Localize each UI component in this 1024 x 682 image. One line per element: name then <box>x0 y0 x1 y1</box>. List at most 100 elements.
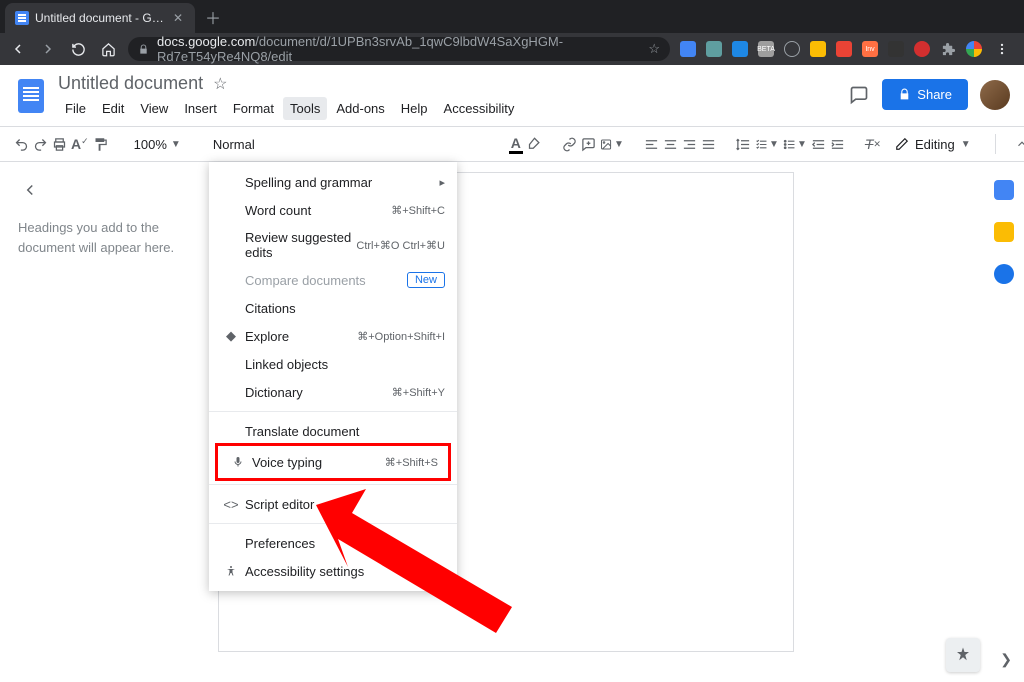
formatting-toolbar: A✓ 100%▼ Normal A ▼ ▼ ▼ T✕ Editing ▼ <box>0 126 1024 162</box>
menu-voice-typing[interactable]: Voice typing⌘+Shift+S <box>222 448 444 476</box>
menu-dictionary[interactable]: Dictionary⌘+Shift+Y <box>209 378 457 406</box>
browser-menu-icon[interactable] <box>992 39 1012 59</box>
tab-close-icon[interactable]: ✕ <box>171 11 185 25</box>
explore-fab-button[interactable] <box>946 638 980 672</box>
comments-icon[interactable] <box>848 84 870 106</box>
back-button[interactable] <box>8 39 28 59</box>
extension-icon[interactable] <box>914 41 930 57</box>
print-button[interactable] <box>52 132 67 156</box>
undo-button[interactable] <box>14 132 29 156</box>
menu-citations[interactable]: Citations <box>209 294 457 322</box>
share-button[interactable]: Share <box>882 79 968 110</box>
lock-icon <box>138 44 149 55</box>
highlight-color-button[interactable] <box>527 132 542 156</box>
extension-icon[interactable] <box>888 41 904 57</box>
align-center-button[interactable] <box>663 132 678 156</box>
accessibility-icon <box>221 565 241 577</box>
reload-button[interactable] <box>68 39 88 59</box>
keep-addon-icon[interactable] <box>994 222 1014 242</box>
extension-icon[interactable] <box>836 41 852 57</box>
browser-tab[interactable]: Untitled document - Google D… ✕ <box>5 3 195 33</box>
extension-icon[interactable] <box>706 41 722 57</box>
menu-tools[interactable]: Tools <box>283 97 327 120</box>
menu-insert[interactable]: Insert <box>177 97 224 120</box>
tasks-addon-icon[interactable] <box>994 264 1014 284</box>
menu-help[interactable]: Help <box>394 97 435 120</box>
extension-icon[interactable]: BETA <box>758 41 774 57</box>
extensions-menu-icon[interactable] <box>940 41 956 57</box>
menu-review-suggested-edits[interactable]: Review suggested editsCtrl+⌘O Ctrl+⌘U <box>209 224 457 266</box>
docs-header: Untitled document ☆ FileEditViewInsertFo… <box>0 65 1024 120</box>
paragraph-style-select[interactable]: Normal <box>207 137 261 152</box>
menu-format[interactable]: Format <box>226 97 281 120</box>
tools-menu-dropdown: Spelling and grammar▸ Word count⌘+Shift+… <box>209 162 457 591</box>
menu-script-editor[interactable]: <>Script editor <box>209 490 457 518</box>
menu-view[interactable]: View <box>133 97 175 120</box>
align-left-button[interactable] <box>644 132 659 156</box>
menu-accessibility[interactable]: Accessibility <box>437 97 522 120</box>
annotation-highlight-box: Voice typing⌘+Shift+S <box>215 443 451 481</box>
menu-accessibility-settings[interactable]: Accessibility settings <box>209 557 457 585</box>
menu-translate-document[interactable]: Translate document <box>209 417 457 445</box>
tab-title: Untitled document - Google D… <box>35 11 165 25</box>
decrease-indent-button[interactable] <box>811 132 826 156</box>
extension-icon[interactable] <box>784 41 800 57</box>
menu-word-count[interactable]: Word count⌘+Shift+C <box>209 196 457 224</box>
menu-explore[interactable]: ◆Explore⌘+Option+Shift+I <box>209 322 457 350</box>
hide-menus-button[interactable] <box>1010 132 1024 156</box>
home-button[interactable] <box>98 39 118 59</box>
redo-button[interactable] <box>33 132 48 156</box>
menu-spelling-grammar[interactable]: Spelling and grammar▸ <box>209 168 457 196</box>
spellcheck-button[interactable]: A✓ <box>71 132 89 156</box>
address-bar[interactable]: docs.google.com/document/d/1UPBn3srvAb_1… <box>128 37 670 61</box>
extension-icon[interactable]: Inv <box>862 41 878 57</box>
submenu-arrow-icon: ▸ <box>439 176 445 189</box>
zoom-select[interactable]: 100%▼ <box>128 137 187 152</box>
menu-edit[interactable]: Edit <box>95 97 131 120</box>
line-spacing-button[interactable] <box>736 132 751 156</box>
menu-separator <box>209 523 457 524</box>
outline-placeholder-text: Headings you add to the document will ap… <box>18 218 192 257</box>
increase-indent-button[interactable] <box>830 132 845 156</box>
browser-tab-strip: Untitled document - Google D… ✕ ＋ <box>0 0 1024 33</box>
document-title[interactable]: Untitled document <box>58 73 203 94</box>
extension-icon[interactable] <box>680 41 696 57</box>
align-right-button[interactable] <box>682 132 697 156</box>
document-outline-pane: Headings you add to the document will ap… <box>0 162 210 682</box>
menu-separator <box>209 484 457 485</box>
account-avatar[interactable] <box>980 80 1010 110</box>
extension-icon[interactable] <box>732 41 748 57</box>
insert-comment-button[interactable] <box>581 132 596 156</box>
editing-mode-select[interactable]: Editing ▼ <box>885 133 981 156</box>
menu-add-ons[interactable]: Add-ons <box>329 97 391 120</box>
side-panel-toggle-icon[interactable]: ❯ <box>1000 651 1012 668</box>
new-badge: New <box>407 272 445 288</box>
star-document-icon[interactable]: ☆ <box>213 74 227 94</box>
separator <box>995 134 996 154</box>
insert-link-button[interactable] <box>562 132 577 156</box>
extension-icon[interactable] <box>810 41 826 57</box>
outline-collapse-button[interactable] <box>18 178 42 202</box>
menu-file[interactable]: File <box>58 97 93 120</box>
docs-logo-icon[interactable] <box>14 73 48 119</box>
new-tab-button[interactable]: ＋ <box>201 5 225 29</box>
menu-separator <box>209 411 457 412</box>
text-color-button[interactable]: A <box>509 132 523 156</box>
extensions-row: BETA Inv <box>680 39 1016 59</box>
insert-image-button[interactable]: ▼ <box>600 132 624 156</box>
clear-formatting-button[interactable]: T✕ <box>865 132 881 156</box>
browser-toolbar: docs.google.com/document/d/1UPBn3srvAb_1… <box>0 33 1024 65</box>
align-justify-button[interactable] <box>701 132 716 156</box>
bulleted-list-button[interactable]: ▼ <box>783 132 807 156</box>
menu-linked-objects[interactable]: Linked objects <box>209 350 457 378</box>
profile-icon[interactable] <box>966 41 982 57</box>
calendar-addon-icon[interactable] <box>994 180 1014 200</box>
paint-format-button[interactable] <box>93 132 108 156</box>
menu-preferences[interactable]: Preferences <box>209 529 457 557</box>
lock-icon <box>898 88 911 101</box>
docs-app: Untitled document ☆ FileEditViewInsertFo… <box>0 65 1024 682</box>
forward-button[interactable] <box>38 39 58 59</box>
bookmark-star-icon[interactable]: ☆ <box>648 41 660 57</box>
pencil-icon <box>895 137 909 151</box>
checklist-button[interactable]: ▼ <box>755 132 779 156</box>
